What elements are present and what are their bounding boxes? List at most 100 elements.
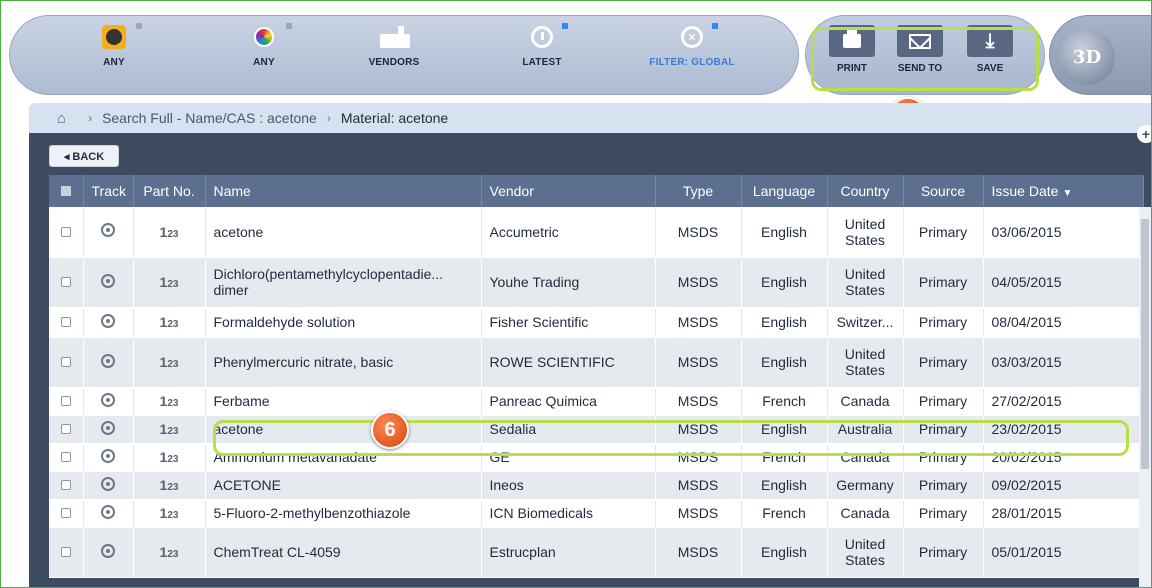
col-header-part-no[interactable]: Part No. <box>133 175 206 207</box>
part-number-icon: 123 <box>159 505 179 521</box>
language-cell: French <box>741 499 828 528</box>
issue-date-cell: 08/04/2015 <box>983 307 1144 338</box>
three-d-button[interactable]: 3D <box>1059 29 1115 85</box>
part-number-icon: 123 <box>159 223 179 240</box>
table-row[interactable]: 123 5-Fluoro-2-methylbenzothiazole ICN Bio… <box>49 499 1144 528</box>
latest-filter-button[interactable]: LATEST <box>487 23 597 83</box>
country-cell: United States <box>827 527 904 578</box>
part-number-icon: 123 <box>159 274 179 290</box>
back-button[interactable]: ◂ BACK <box>49 145 119 167</box>
col-header-country[interactable]: Country <box>827 175 904 207</box>
plus-icon[interactable]: + <box>1137 125 1151 143</box>
country-cell: United States <box>827 337 904 388</box>
name-cell[interactable]: acetone <box>205 207 482 258</box>
row-checkbox[interactable] <box>49 443 84 472</box>
chevron-right-icon: › <box>88 111 93 125</box>
name-cell[interactable]: Ferbame <box>205 387 482 416</box>
language-cell: English <box>741 257 828 308</box>
row-checkbox[interactable] <box>49 415 84 444</box>
breadcrumb-item-search[interactable]: Search Full - Name/CAS : acetone <box>102 110 317 126</box>
region-filter-button[interactable]: ANY <box>59 23 169 83</box>
vendors-filter-label: VENDORS <box>368 57 420 68</box>
col-header-issue-date[interactable]: Issue Date ▼ <box>983 175 1144 207</box>
track-button[interactable] <box>83 307 134 338</box>
part-no-cell[interactable]: 123 <box>133 257 206 308</box>
vendor-cell: Fisher Scientific <box>481 307 656 338</box>
filter-x-icon: × <box>681 26 703 48</box>
row-checkbox[interactable] <box>49 499 84 528</box>
track-button[interactable] <box>83 207 134 258</box>
col-header-name[interactable]: Name <box>205 175 482 207</box>
scrollbar-thumb[interactable] <box>1141 219 1149 469</box>
part-no-cell[interactable]: 123 <box>133 207 206 258</box>
track-button[interactable] <box>83 499 134 528</box>
name-cell[interactable]: ChemTreat CL-4059 <box>205 527 482 578</box>
type-cell: MSDS <box>655 207 742 258</box>
table-row[interactable]: 123 Phenylmercuric nitrate, basic ROWE SCI… <box>49 337 1144 388</box>
part-no-cell[interactable]: 123 <box>133 387 206 416</box>
row-checkbox[interactable] <box>49 527 84 578</box>
vertical-scrollbar[interactable] <box>1139 207 1151 587</box>
table-row[interactable]: 123 Ferbame Panreac Quimica MSDS French Canad… <box>49 387 1144 416</box>
issue-date-cell: 09/02/2015 <box>983 471 1144 500</box>
table-row[interactable]: 123 Dichloro(pentamethylcyclopentadie... … <box>49 257 1144 308</box>
name-cell[interactable]: Formaldehyde solution <box>205 307 482 338</box>
row-checkbox[interactable] <box>49 257 84 308</box>
part-no-cell[interactable]: 123 <box>133 307 206 338</box>
row-checkbox[interactable] <box>49 207 84 258</box>
track-button[interactable] <box>83 387 134 416</box>
track-button[interactable] <box>83 415 134 444</box>
table-row[interactable]: 123 Formaldehyde solution Fisher Scientifi… <box>49 307 1144 338</box>
table-header: Track Part No. Name Vendor Type Language… <box>49 175 1144 207</box>
home-icon[interactable]: ⌂ <box>57 110 66 127</box>
crosshair-icon <box>101 223 115 238</box>
col-header-source[interactable]: Source <box>903 175 984 207</box>
source-cell: Primary <box>903 471 984 500</box>
track-button[interactable] <box>83 443 134 472</box>
type-cell: MSDS <box>655 471 742 500</box>
row-checkbox[interactable] <box>49 387 84 416</box>
country-cell: Canada <box>827 387 904 416</box>
part-no-cell[interactable]: 123 <box>133 415 206 444</box>
part-no-cell[interactable]: 123 <box>133 471 206 500</box>
table-row[interactable]: 123 ACETONE Ineos MSDS English Germany Primary… <box>49 471 1144 500</box>
name-cell[interactable]: ACETONE <box>205 471 482 500</box>
crosshair-icon <box>101 392 115 407</box>
select-all-checkbox[interactable] <box>49 175 84 207</box>
vendor-cell: Ineos <box>481 471 656 500</box>
col-header-track[interactable]: Track <box>83 175 134 207</box>
crosshair-icon <box>101 448 115 463</box>
track-button[interactable] <box>83 471 134 500</box>
highlight-box-row <box>213 420 1129 456</box>
row-checkbox[interactable] <box>49 337 84 388</box>
col-header-type[interactable]: Type <box>655 175 742 207</box>
globe-icon <box>102 25 126 49</box>
table-row[interactable]: 123 ChemTreat CL-4059 Estrucplan MSDS Englis… <box>49 527 1144 578</box>
col-header-vendor[interactable]: Vendor <box>481 175 656 207</box>
part-no-cell[interactable]: 123 <box>133 443 206 472</box>
type-cell: MSDS <box>655 337 742 388</box>
track-button[interactable] <box>83 337 134 388</box>
part-no-cell[interactable]: 123 <box>133 499 206 528</box>
global-filter-button[interactable]: × FILTER: GLOBAL <box>637 23 747 83</box>
vendors-filter-button[interactable]: VENDORS <box>339 23 449 83</box>
name-cell[interactable]: Dichloro(pentamethylcyclopentadie... dim… <box>205 257 482 308</box>
name-cell[interactable]: Phenylmercuric nitrate, basic <box>205 337 482 388</box>
chevron-right-icon: › <box>326 111 331 125</box>
part-number-icon: 123 <box>159 314 179 330</box>
part-no-cell[interactable]: 123 <box>133 527 206 578</box>
vendor-cell: ICN Biomedicals <box>481 499 656 528</box>
breadcrumb: ⌂ › Search Full - Name/CAS : acetone › M… <box>29 103 1151 133</box>
vendor-cell: Panreac Quimica <box>481 387 656 416</box>
color-filter-button[interactable]: ANY <box>209 23 319 83</box>
track-button[interactable] <box>83 527 134 578</box>
col-header-language[interactable]: Language <box>741 175 828 207</box>
row-checkbox[interactable] <box>49 307 84 338</box>
track-button[interactable] <box>83 257 134 308</box>
global-filter-label: FILTER: GLOBAL <box>649 57 735 68</box>
table-row[interactable]: 123 acetone Accumetric MSDS English United St… <box>49 207 1144 258</box>
row-checkbox[interactable] <box>49 471 84 500</box>
name-cell[interactable]: 5-Fluoro-2-methylbenzothiazole <box>205 499 482 528</box>
source-cell: Primary <box>903 257 984 308</box>
part-no-cell[interactable]: 123 <box>133 337 206 388</box>
